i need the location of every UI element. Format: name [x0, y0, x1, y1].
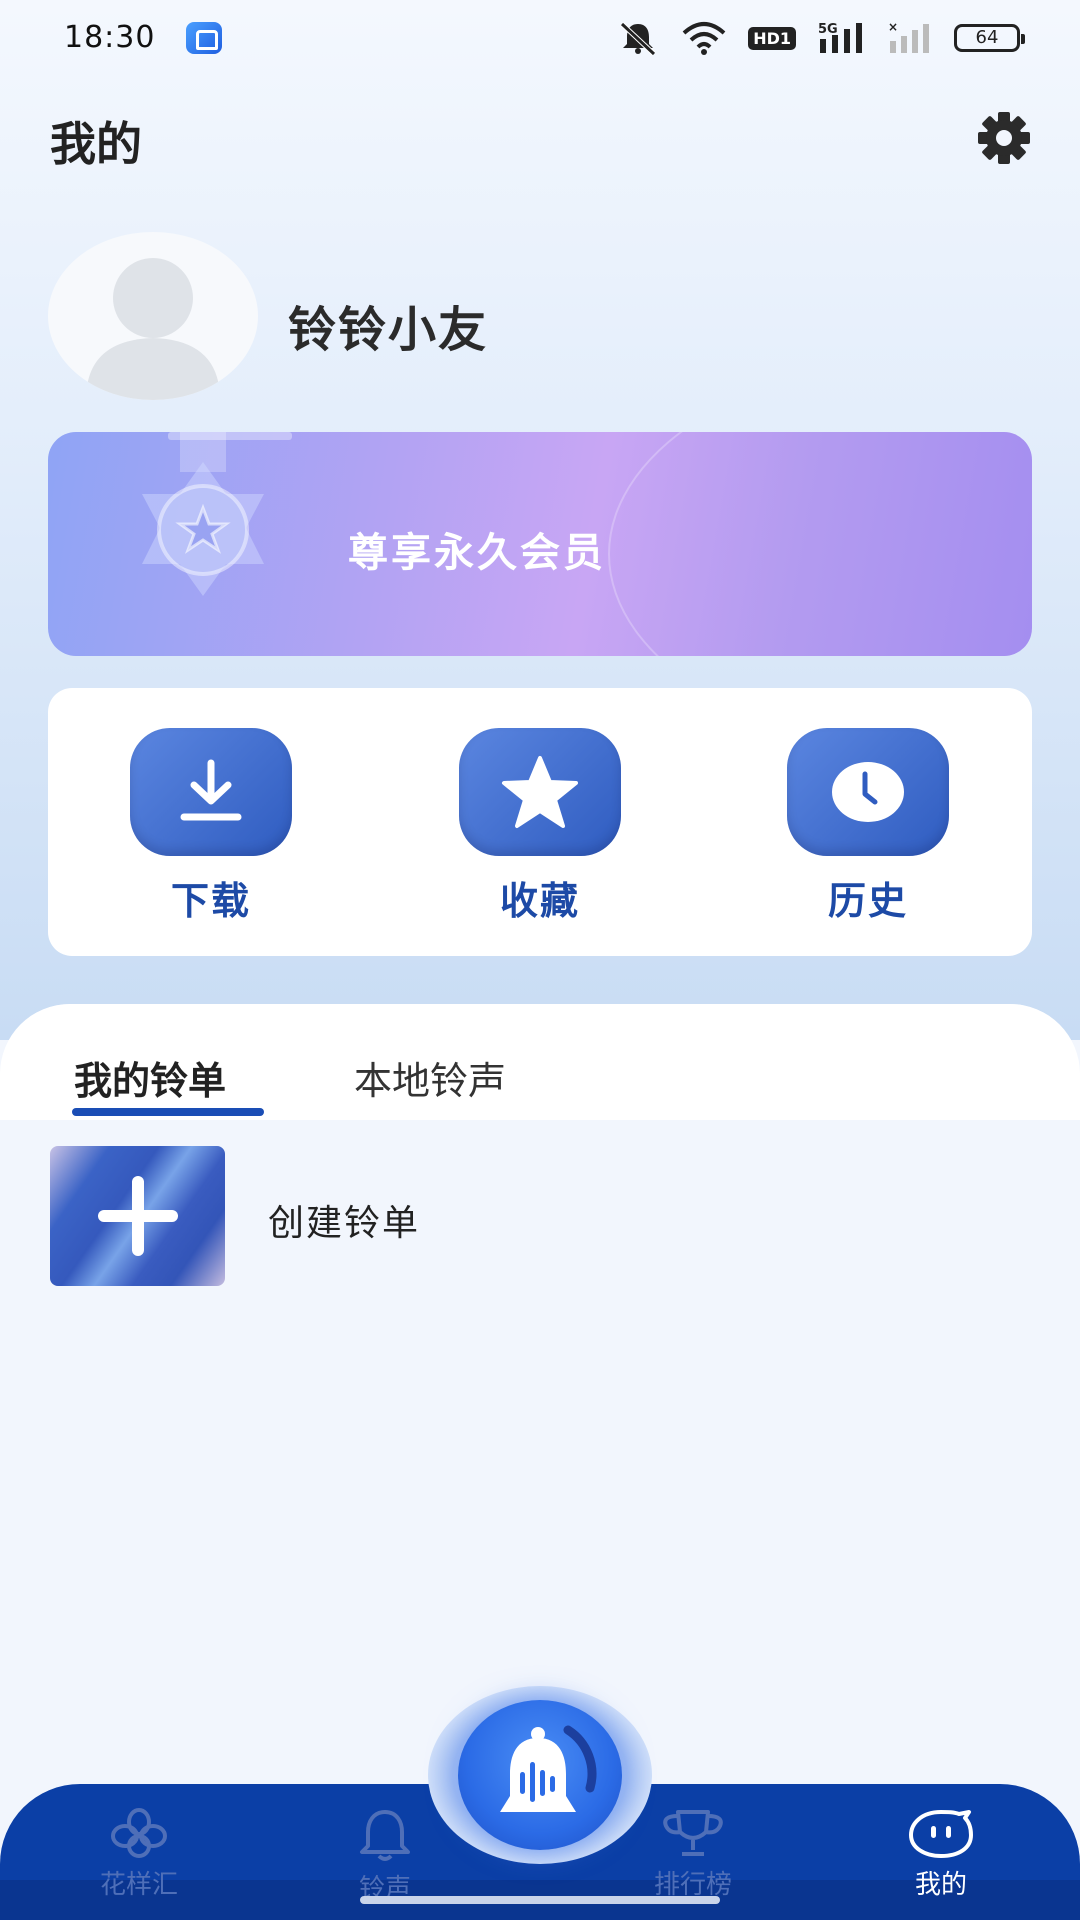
history-shortcut[interactable]: 历史 [787, 728, 949, 925]
default-user-icon [86, 258, 220, 400]
star-icon [459, 728, 621, 856]
status-icons: HD1 5G × 64 [616, 18, 1025, 58]
tab-local-ringtones[interactable]: 本地铃声 [354, 1050, 506, 1105]
face-icon [909, 1810, 973, 1858]
status-bar: 18:30 HD1 5G × 64 [0, 0, 1080, 80]
download-icon [130, 728, 292, 856]
create-playlist-row[interactable]: 创建铃单 [50, 1146, 1030, 1286]
create-playlist-label: 创建铃单 [268, 1203, 421, 1244]
signal-5g-icon: 5G [818, 22, 862, 53]
bell-icon [360, 1810, 410, 1861]
svg-text:5G: 5G [818, 22, 838, 37]
nav-label-mine: 我的 [914, 1870, 967, 1900]
nav-item-huayanghui[interactable]: 花样汇 [64, 1808, 214, 1901]
app-notification-icon [186, 22, 222, 54]
center-ringtone-button[interactable] [458, 1700, 622, 1850]
clover-icon [111, 1808, 167, 1858]
ringtone-bell-icon [500, 1725, 597, 1812]
tab-active-indicator [72, 1108, 264, 1116]
status-time: 18:30 [64, 20, 156, 55]
favorites-label: 收藏 [499, 879, 580, 923]
nav-item-ringtones[interactable]: 铃声 [310, 1808, 460, 1905]
battery-indicator: 64 [954, 24, 1025, 52]
signal-secondary-icon: × [888, 21, 929, 53]
nav-item-mine[interactable]: 我的 [866, 1808, 1016, 1901]
shortcut-card: 下载 收藏 历史 [48, 688, 1032, 956]
favorites-shortcut[interactable]: 收藏 [459, 728, 621, 925]
medal-icon [142, 432, 292, 596]
download-label: 下载 [170, 879, 251, 923]
username[interactable]: 铃铃小友 [288, 290, 488, 360]
hd-badge: HD1 [748, 26, 796, 50]
svg-text:×: × [888, 21, 898, 34]
wifi-icon [682, 22, 726, 55]
nav-label-huayanghui: 花样汇 [99, 1870, 178, 1900]
home-indicator[interactable] [360, 1896, 720, 1904]
avatar[interactable] [48, 232, 258, 400]
page-title: 我的 [50, 117, 142, 171]
history-label: 历史 [827, 879, 908, 923]
vip-banner[interactable]: 尊享永久会员 [48, 432, 1032, 656]
trophy-icon [663, 1810, 723, 1856]
gear-icon [978, 112, 1030, 164]
vip-text: 尊享永久会员 [348, 530, 606, 576]
settings-button[interactable] [976, 110, 1032, 166]
tab-my-playlists[interactable]: 我的铃单 [74, 1050, 226, 1105]
clock-icon [787, 728, 949, 856]
create-playlist-thumbnail [50, 1146, 225, 1286]
download-shortcut[interactable]: 下载 [130, 728, 292, 925]
tabs-bar: 我的铃单 本地铃声 [0, 1004, 1080, 1120]
nav-item-ranking[interactable]: 排行榜 [618, 1808, 768, 1901]
silent-bell-icon [620, 22, 656, 56]
